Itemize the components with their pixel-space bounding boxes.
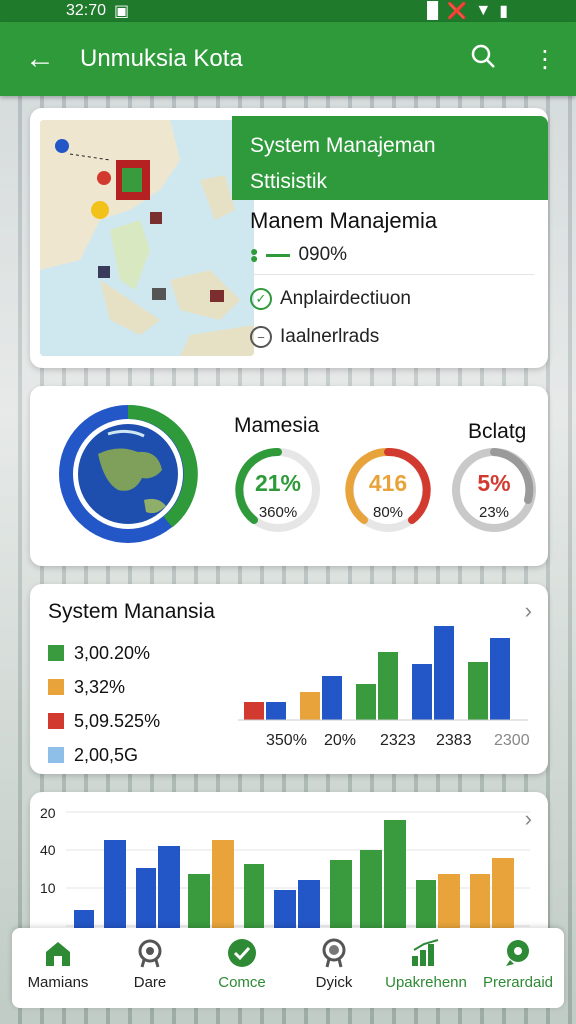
nav-item-dyick[interactable]: Dyick: [288, 928, 380, 1008]
wifi-icon: ▼: [475, 2, 492, 19]
ring-gauge-2: 416 80%: [344, 446, 432, 534]
status-bar: 32:70 ▣ ▉ ❌ ▼ ▮: [0, 0, 576, 22]
list-item-label: Iaalnerlrads: [280, 326, 380, 347]
ring-small-value: 80%: [372, 504, 404, 521]
chart-bar: [244, 702, 264, 720]
system-chart-card: System Manansia › 3,00.20% 3,32% 5,09.52…: [30, 584, 548, 774]
medal-icon: [317, 936, 351, 970]
map-pin-icon: [97, 171, 111, 185]
stats-card: Mamesia Bclatg 21% 360% 416 80% 5% 23%: [30, 386, 548, 566]
app-bar: ← Unmuksia Kota ⋮: [0, 22, 576, 96]
nav-item-upakrehenn[interactable]: Upakrehenn: [380, 928, 472, 1008]
ring-gauge-1: 21% 360%: [234, 446, 322, 534]
dots-icon: ● ●: [250, 243, 259, 266]
nav-label: Upakrehenn: [385, 974, 467, 991]
nav-label: Dare: [133, 974, 167, 991]
chevron-right-icon[interactable]: ›: [525, 806, 532, 832]
tick-label: 350%: [266, 732, 307, 749]
map-view[interactable]: [40, 120, 254, 356]
list-item[interactable]: − Iaalnerlrads: [250, 326, 379, 348]
nav-label: Dyick: [315, 974, 353, 991]
bottom-navigation: Mamians Dare Comce Dyick Upakrehenn Prer…: [12, 928, 564, 1008]
progress-value: 090%: [298, 244, 348, 265]
chart-legend: 3,00.20% 3,32% 5,09.525% 2,00,5G: [48, 636, 160, 772]
stat-label-left: Mamesia: [234, 414, 320, 437]
ring-big-value: 21%: [254, 470, 302, 496]
legend-item: 2,00,5G: [48, 738, 160, 772]
divider: [250, 274, 534, 275]
y-tick: 20: [40, 805, 56, 821]
y-tick: 40: [40, 842, 56, 858]
stat-label-right: Bclatg: [468, 420, 527, 443]
mute-icon: ❌: [447, 3, 468, 20]
chart-bar: [356, 684, 376, 720]
list-item-label: Anplairdectiuon: [280, 288, 411, 309]
card-title: System Manansia: [48, 600, 215, 623]
chart-up-icon: [409, 936, 443, 970]
badge-icon: [133, 936, 167, 970]
nav-item-home[interactable]: Mamians: [12, 928, 104, 1008]
check-circle-icon: [225, 936, 259, 970]
chart-bar: [468, 662, 488, 720]
signal-icon: ▉: [427, 3, 440, 20]
tick-label: 2383: [436, 732, 472, 749]
ring-big-value: 416: [368, 470, 408, 496]
card-subtitle: Manem Manajemia: [250, 208, 438, 233]
globe-donut-chart: [58, 404, 198, 544]
search-icon[interactable]: [452, 43, 514, 76]
nav-item-comce[interactable]: Comce: [196, 928, 288, 1008]
ring-gauge-3: 5% 23%: [450, 446, 538, 534]
chart-bar: [412, 664, 432, 720]
home-icon: [41, 936, 75, 970]
bar-chart: [238, 626, 528, 721]
status-time: 32:70: [66, 2, 107, 19]
chart-bar: [322, 676, 342, 720]
map-pin-icon: [91, 201, 109, 219]
chart-bar: [378, 652, 398, 720]
location-icon: [501, 936, 535, 970]
chart-bar: [266, 702, 286, 720]
notification-icon: ▣: [114, 3, 130, 20]
ring-small-value: 360%: [258, 504, 298, 521]
tick-label: 2323: [380, 732, 416, 749]
progress-row: ● ● 090%: [250, 244, 530, 266]
back-arrow-icon[interactable]: ←: [0, 42, 80, 76]
battery-icon: ▮: [499, 3, 508, 20]
y-tick: 10: [40, 880, 56, 896]
nav-item-dare[interactable]: Dare: [104, 928, 196, 1008]
system-header: System Manajeman Sttisistik: [232, 116, 548, 200]
check-circle-icon: ✓: [250, 288, 272, 310]
circle-icon: −: [250, 326, 272, 348]
nav-label: Mamians: [27, 974, 89, 991]
chart-bar: [434, 626, 454, 720]
nav-label: Prerardaid: [482, 974, 554, 991]
ring-small-value: 23%: [478, 504, 510, 521]
nav-item-prerardaid[interactable]: Prerardaid: [472, 928, 564, 1008]
chart-bar: [490, 638, 510, 720]
tick-label: 2300: [494, 732, 530, 749]
ring-big-value: 5%: [477, 470, 511, 496]
page-title: Unmuksia Kota: [80, 45, 243, 72]
header-line-1: System Manajeman: [250, 134, 436, 157]
chart-bar: [300, 692, 320, 720]
nav-label: Comce: [218, 974, 266, 991]
list-item[interactable]: ✓ Anplairdectiuon: [250, 288, 411, 310]
x-axis-ticks: 350% 20% 2323 2383 2300: [244, 732, 544, 756]
progress-line: [266, 253, 291, 257]
legend-item: 3,32%: [48, 670, 160, 704]
legend-item: 5,09.525%: [48, 704, 160, 738]
legend-item: 3,00.20%: [48, 636, 160, 670]
header-line-2: Sttisistik: [250, 170, 328, 193]
map-pin-icon: [55, 139, 69, 153]
tick-label: 20%: [324, 732, 357, 749]
more-vertical-icon[interactable]: ⋮: [514, 45, 576, 74]
overview-card: System Manajeman Sttisistik Manem Manaje…: [30, 108, 548, 368]
